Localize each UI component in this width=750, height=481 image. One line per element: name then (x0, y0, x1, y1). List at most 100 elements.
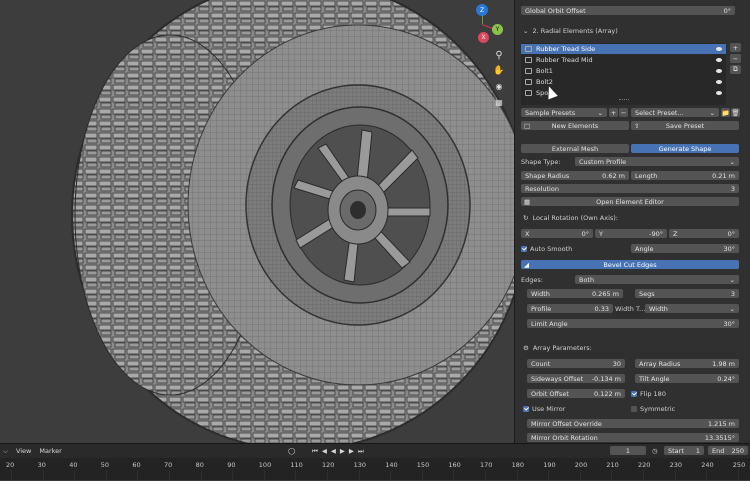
bevel-cut-edges-toggle[interactable]: ◢ Bevel Cut Edges (521, 260, 739, 269)
add-element-button[interactable]: + (730, 43, 741, 52)
array-radius-field[interactable]: Array Radius 1.98 m (635, 359, 739, 368)
play-icon[interactable]: ▶ (340, 447, 345, 456)
limit-angle-field[interactable]: Limit Angle 30° (527, 319, 739, 328)
folder-icon[interactable]: 📁 (721, 108, 730, 117)
tab-generate-shape[interactable]: Generate Shape (631, 144, 739, 153)
edges-label: Edges: (521, 275, 543, 284)
tab-external-mesh[interactable]: External Mesh (521, 144, 629, 153)
3d-viewport[interactable]: Z Y X ⚲ ✋ ◉ ▦ (0, 0, 514, 443)
frame-tick-label: 100 (258, 461, 272, 469)
rotation-x-field[interactable]: X 0° (521, 229, 593, 238)
rotation-y-field[interactable]: Y -90° (595, 229, 667, 238)
sideways-offset-field[interactable]: Sideways Offset -0.134 m (527, 374, 625, 383)
start-frame-field[interactable]: Start 1 (664, 446, 704, 455)
eye-icon[interactable] (716, 47, 722, 51)
open-element-editor-button[interactable]: ▦ Open Element Editor (521, 197, 739, 206)
new-elements-button[interactable]: □ New Elements (521, 121, 629, 130)
frame-tick-label: 150 (416, 461, 430, 469)
global-orbit-offset-field[interactable]: Global Orbit Offset 0° (521, 6, 735, 15)
select-preset-dropdown[interactable]: Select Preset... ⌄ (631, 108, 719, 117)
mirror-orbit-rotation-field[interactable]: Mirror Orbit Rotation 13.3515° (527, 433, 739, 442)
frame-grid-line (737, 470, 739, 481)
auto-smooth-checkbox[interactable]: Auto Smooth (521, 244, 572, 253)
jump-start-icon[interactable]: ⏮ (312, 447, 318, 456)
gizmo-z-axis[interactable]: Z (476, 4, 488, 16)
preset-add-button[interactable]: + (609, 108, 618, 117)
bevel-segs-field[interactable]: Segs 3 (635, 289, 739, 298)
trash-icon[interactable]: 🗑 (731, 108, 740, 117)
radial-elements-header[interactable]: ⌄ 2. Radial Elements (Array) (523, 26, 618, 35)
grid-view-icon[interactable]: ▦ (493, 98, 505, 110)
navigation-gizmo[interactable]: Z Y X (462, 4, 508, 48)
eye-icon[interactable] (716, 58, 722, 62)
frame-grid-line (327, 470, 328, 481)
end-frame-field[interactable]: End 250 (708, 446, 748, 455)
frame-grid-line (358, 470, 360, 481)
frame-tick-label: 40 (69, 461, 78, 469)
bevel-width-field[interactable]: Width 0.265 m (527, 289, 623, 298)
array-parameters-header: ⚙ Array Parameters: (523, 343, 592, 352)
frame-grid-line (74, 470, 76, 481)
prev-key-icon[interactable]: ◀ (322, 447, 327, 456)
editor-type-icon[interactable]: ⌵ (3, 447, 8, 456)
frame-ruler[interactable]: 20 30 40 50 60 70 80 90 100 110 120 130 140 150 160 170… (0, 459, 750, 470)
presets-dropdown[interactable]: Sample Presets ⌄ (521, 108, 607, 117)
copy-element-button[interactable]: ⧉ (730, 65, 741, 74)
gizmo-y-axis[interactable]: Y (492, 24, 503, 35)
tilt-angle-field[interactable]: Tilt Angle 0.24° (635, 374, 739, 383)
eye-icon[interactable] (716, 91, 722, 95)
frame-tick-label: 220 (638, 461, 651, 469)
frame-tick-label: 60 (132, 461, 141, 469)
shape-type-dropdown[interactable]: Custom Profile ⌄ (575, 157, 739, 166)
frame-grid-line (548, 470, 550, 481)
list-item[interactable]: Bolt1 (521, 66, 726, 76)
frame-tick-label: 50 (100, 461, 110, 469)
frame-tick-label: 120 (322, 461, 335, 469)
list-item[interactable]: Rubber Tread Mid (521, 55, 726, 65)
bevel-profile-field[interactable]: Profile 0.33 (527, 304, 613, 313)
gizmo-x-axis[interactable]: X (478, 32, 489, 43)
pan-hand-icon[interactable]: ✋ (493, 66, 505, 78)
eye-icon[interactable] (716, 69, 722, 73)
upload-icon: ⇧ (634, 121, 640, 130)
camera-icon[interactable]: ◉ (493, 82, 505, 94)
keyframe-icon[interactable]: ◯ (288, 447, 295, 455)
frame-tick-label: 230 (669, 461, 683, 469)
symmetric-checkbox[interactable]: Symmetric (631, 404, 675, 413)
marker-menu[interactable]: Marker (39, 447, 61, 455)
jump-end-icon[interactable]: ⏭ (358, 447, 364, 456)
chevron-down-icon: ⌄ (709, 108, 715, 117)
frame-grid-line (11, 470, 12, 481)
view-menu[interactable]: View (16, 447, 31, 455)
chevron-down-icon: ⌄ (729, 157, 735, 166)
next-key-icon[interactable]: ▶ (349, 447, 354, 456)
frame-tick-label: 180 (511, 461, 525, 469)
count-field[interactable]: Count 30 (527, 359, 625, 368)
preset-remove-button[interactable]: − (619, 108, 628, 117)
edges-dropdown[interactable]: Both ⌄ (575, 275, 739, 284)
mesh-icon (525, 79, 532, 85)
mirror-offset-override-field[interactable]: Mirror Offset Override 1.215 m (527, 419, 739, 428)
length-field[interactable]: Length 0.21 m (631, 171, 739, 180)
frame-tick-label: 110 (290, 461, 303, 469)
flip-180-checkbox[interactable]: Flip 180 (631, 389, 666, 398)
angle-field[interactable]: Angle 30° (631, 244, 739, 253)
eye-icon[interactable] (716, 80, 722, 84)
frame-grid-line (516, 470, 518, 481)
list-item[interactable]: Rubber Tread Side (521, 44, 726, 54)
frame-tick-label: 80 (195, 461, 204, 469)
rotation-z-field[interactable]: Z 0° (669, 229, 739, 238)
resolution-field[interactable]: Resolution 3 (521, 184, 739, 193)
width-type-dropdown[interactable]: Width ⌄ (645, 304, 739, 313)
shape-radius-field[interactable]: Shape Radius 0.62 m (521, 171, 629, 180)
current-frame-field[interactable]: 1 (610, 446, 646, 455)
use-mirror-checkbox[interactable]: Use Mirror (523, 404, 565, 413)
orbit-offset-field[interactable]: Orbit Offset 0.122 m (527, 389, 625, 398)
save-preset-button[interactable]: ⇧ Save Preset (631, 121, 739, 130)
remove-element-button[interactable]: − (730, 54, 741, 63)
zoom-icon[interactable]: ⚲ (493, 50, 505, 62)
frame-tick-label: 90 (227, 461, 236, 469)
list-resize-handle[interactable] (619, 99, 629, 101)
play-reverse-icon[interactable]: ◀ (331, 447, 336, 456)
chevron-down-icon: ⌄ (729, 304, 735, 313)
